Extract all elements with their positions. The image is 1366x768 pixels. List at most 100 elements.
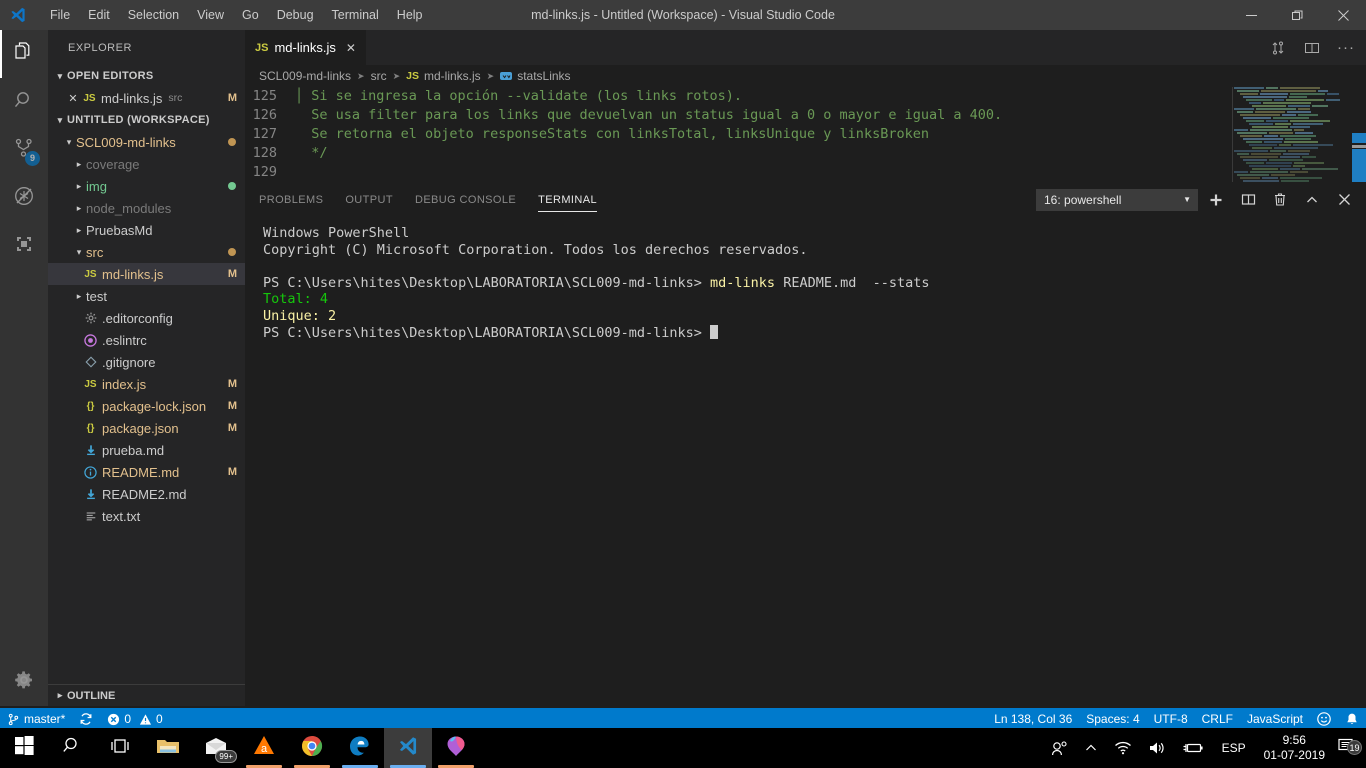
tree-item-package-json[interactable]: {} package.json M (48, 417, 245, 439)
notifications-button[interactable]: 19 (1333, 737, 1366, 759)
menu-help[interactable]: Help (388, 4, 432, 26)
tree-item-prueba-md[interactable]: prueba.md (48, 439, 245, 461)
tree-item-scl009-md-links[interactable]: ▾ SCL009-md-links (48, 131, 245, 153)
mail-button[interactable]: 99+ (192, 728, 240, 768)
status-encoding[interactable]: UTF-8 (1147, 708, 1195, 730)
activitybar-search[interactable] (0, 78, 48, 126)
language-indicator[interactable]: ESP (1212, 741, 1256, 755)
menu-debug[interactable]: Debug (268, 4, 323, 26)
show-hidden-icons-icon[interactable] (1076, 741, 1106, 755)
tree-item--gitignore[interactable]: .gitignore (48, 351, 245, 373)
status-cursor-position[interactable]: Ln 138, Col 36 (987, 708, 1079, 730)
editor-scrollbar[interactable] (1352, 87, 1366, 184)
status-notifications[interactable] (1338, 708, 1366, 730)
tree-item-md-links-js[interactable]: JS md-links.js M (48, 263, 245, 285)
menu-file[interactable]: File (41, 4, 79, 26)
close-icon[interactable]: ✕ (65, 92, 81, 105)
menu-go[interactable]: Go (233, 4, 268, 26)
maximize-button[interactable] (1274, 0, 1320, 30)
section-workspace[interactable]: ▾ UNTITLED (WORKSPACE) (48, 109, 245, 131)
code-editor[interactable]: 125 │ Si se ingresa la opción --validate … (245, 87, 1366, 184)
status-indentation[interactable]: Spaces: 4 (1079, 708, 1146, 730)
tree-item-pruebasmd[interactable]: ▸ PruebasMd (48, 219, 245, 241)
menu-terminal[interactable]: Terminal (323, 4, 388, 26)
breadcrumb-item-project[interactable]: SCL009-md-links (259, 69, 351, 83)
wifi-icon[interactable] (1106, 740, 1140, 756)
tree-item-test[interactable]: ▸ test (48, 285, 245, 307)
status-language-mode[interactable]: JavaScript (1240, 708, 1310, 730)
edge-icon (349, 735, 371, 762)
tree-item-readme2-md[interactable]: README2.md (48, 483, 245, 505)
tab-debug-console[interactable]: DEBUG CONSOLE (415, 182, 516, 217)
clock[interactable]: 9:56 01-07-2019 (1256, 733, 1333, 763)
tab-problems[interactable]: PROBLEMS (259, 182, 323, 217)
tree-item-index-js[interactable]: JS index.js M (48, 373, 245, 395)
scrollbar-thumb-top[interactable] (1352, 133, 1366, 143)
new-terminal-button[interactable] (1202, 186, 1230, 214)
scrollbar-thumb[interactable] (1352, 149, 1366, 184)
start-button[interactable] (0, 728, 48, 768)
status-sync[interactable] (72, 708, 100, 730)
tree-item--eslintrc[interactable]: .eslintrc (48, 329, 245, 351)
minimize-button[interactable] (1228, 0, 1274, 30)
status-eol[interactable]: CRLF (1195, 708, 1240, 730)
tab-output[interactable]: OUTPUT (345, 182, 393, 217)
minimap-line (1241, 159, 1352, 161)
chevron-right-icon: ▸ (57, 690, 63, 700)
close-panel-button[interactable] (1330, 186, 1358, 214)
chevron-right-icon: ▸ (76, 158, 82, 169)
tree-item-coverage[interactable]: ▸ coverage (48, 153, 245, 175)
close-icon[interactable]: ✕ (346, 41, 356, 55)
split-editor-icon[interactable] (1298, 34, 1326, 62)
tab-terminal[interactable]: TERMINAL (538, 182, 597, 217)
terminal-output[interactable]: Windows PowerShell Copyright (C) Microsof… (245, 217, 1366, 341)
breadcrumb-item-symbol[interactable]: statsLinks (500, 69, 571, 83)
more-actions-icon[interactable]: ··· (1332, 34, 1360, 62)
section-outline[interactable]: ▸ OUTLINE (48, 684, 245, 706)
tree-item-node-modules[interactable]: ▸ node_modules (48, 197, 245, 219)
status-branch[interactable]: master* (0, 708, 72, 730)
breadcrumb-item-file[interactable]: JS md-links.js (406, 69, 481, 83)
maximize-panel-button[interactable] (1298, 186, 1326, 214)
battery-charging-icon[interactable] (1174, 741, 1212, 755)
breadcrumb-item-src[interactable]: src (371, 69, 387, 83)
people-icon[interactable] (1043, 740, 1076, 757)
volume-icon[interactable] (1140, 740, 1174, 756)
menu-view[interactable]: View (188, 4, 233, 26)
file-explorer-button[interactable] (144, 728, 192, 768)
search-icon (12, 88, 36, 117)
tree-item-text-txt[interactable]: text.txt (48, 505, 245, 527)
task-view-button[interactable] (96, 728, 144, 768)
terminal-select[interactable]: 16: powershell ▼ (1036, 188, 1198, 211)
tree-item-img[interactable]: ▸ img (48, 175, 245, 197)
avast-button[interactable]: a (240, 728, 288, 768)
menu-selection[interactable]: Selection (119, 4, 188, 26)
tree-item-src[interactable]: ▾ src (48, 241, 245, 263)
paint3d-button[interactable] (432, 728, 480, 768)
split-editor-vertical-icon[interactable] (1264, 34, 1292, 62)
activitybar-settings[interactable] (0, 658, 48, 706)
split-terminal-button[interactable] (1234, 186, 1262, 214)
open-editor-item-md-links[interactable]: ✕ JS md-links.js src M (48, 87, 245, 109)
minimap[interactable] (1232, 87, 1352, 184)
status-problems[interactable]: 0 0 (100, 708, 169, 730)
minimap-line (1238, 114, 1352, 116)
status-feedback[interactable] (1310, 708, 1338, 730)
section-open-editors[interactable]: ▾ OPEN EDITORS (48, 65, 245, 87)
kill-terminal-button[interactable] (1266, 186, 1294, 214)
tab-md-links-js[interactable]: JS md-links.js ✕ (245, 30, 367, 65)
tree-item-readme-md[interactable]: README.md M (48, 461, 245, 483)
chrome-button[interactable] (288, 728, 336, 768)
menu-edit[interactable]: Edit (79, 4, 119, 26)
search-taskbar-button[interactable] (48, 728, 96, 768)
tree-item--editorconfig[interactable]: .editorconfig (48, 307, 245, 329)
activitybar-debug[interactable] (0, 174, 48, 222)
close-button[interactable] (1320, 0, 1366, 30)
activitybar-source-control[interactable]: 9 (0, 126, 48, 174)
activitybar-extensions[interactable] (0, 222, 48, 270)
edge-button[interactable] (336, 728, 384, 768)
vscode-button[interactable] (384, 728, 432, 768)
tree-item-package-lock-json[interactable]: {} package-lock.json M (48, 395, 245, 417)
terminal-line: Unique: 2 (263, 308, 1366, 325)
activitybar-explorer[interactable] (0, 30, 48, 78)
